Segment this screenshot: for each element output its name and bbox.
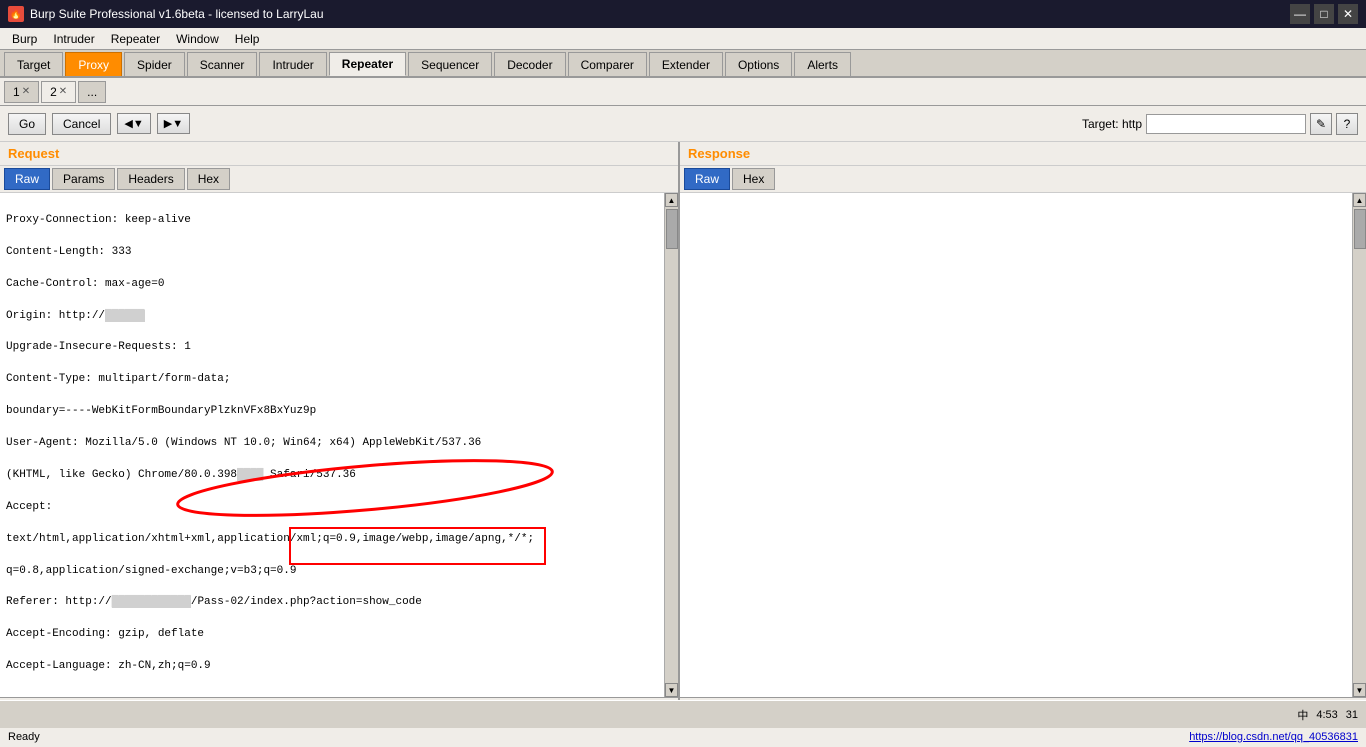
tab-intruder[interactable]: Intruder <box>259 52 326 76</box>
req-line-8: User-Agent: Mozilla/5.0 (Windows NT 10.0… <box>6 436 658 452</box>
req-line-10: Accept: <box>6 500 658 516</box>
sub-tab-1-close[interactable]: ✕ <box>22 86 30 97</box>
taskbar: 中 4:53 31 <box>0 700 1366 728</box>
sub-tab-more-label: ... <box>87 85 97 99</box>
response-scroll-down-button[interactable]: ▼ <box>1353 683 1366 697</box>
menu-bar: Burp Intruder Repeater Window Help <box>0 28 1366 50</box>
response-panel-tabs: Raw Hex <box>680 166 1366 193</box>
taskbar-time: 4:53 <box>1316 709 1337 721</box>
window-title: Burp Suite Professional v1.6beta - licen… <box>30 7 324 21</box>
response-content <box>680 193 1352 697</box>
tab-alerts[interactable]: Alerts <box>794 52 851 76</box>
req-line-12: q=0.8,application/signed-exchange;v=b3;q… <box>6 564 658 580</box>
request-panel: Request Raw Params Headers Hex Proxy-Con… <box>0 142 680 725</box>
req-line-11: text/html,application/xhtml+xml,applicat… <box>6 532 658 548</box>
menu-intruder[interactable]: Intruder <box>45 30 102 48</box>
menu-repeater[interactable]: Repeater <box>103 30 168 48</box>
response-tab-raw[interactable]: Raw <box>684 168 730 190</box>
status-bar: Ready https://blog.csdn.net/qq_40536831 <box>0 725 1366 747</box>
tab-repeater[interactable]: Repeater <box>329 52 406 76</box>
back-button[interactable]: ◀▼ <box>117 113 150 134</box>
sub-tab-1[interactable]: 1 ✕ <box>4 81 39 103</box>
req-line-1: Proxy-Connection: keep-alive <box>6 213 658 229</box>
taskbar-date: 31 <box>1346 709 1358 721</box>
response-body-wrapper: ▲ ▼ <box>680 193 1366 697</box>
tab-scanner[interactable]: Scanner <box>187 52 258 76</box>
request-tab-hex[interactable]: Hex <box>187 168 230 190</box>
close-button[interactable]: ✕ <box>1338 4 1358 24</box>
req-line-15: Accept-Language: zh-CN,zh;q=0.9 <box>6 659 658 675</box>
tab-decoder[interactable]: Decoder <box>494 52 565 76</box>
target-area: Target: http ✎ ? <box>1082 113 1358 135</box>
request-content[interactable]: Proxy-Connection: keep-alive Content-Len… <box>0 193 664 697</box>
go-button[interactable]: Go <box>8 113 46 135</box>
req-line-13: Referer: http://████████████/Pass-02/ind… <box>6 595 658 611</box>
status-ready: Ready <box>8 731 40 743</box>
sub-tab-1-label: 1 <box>13 85 20 99</box>
tab-spider[interactable]: Spider <box>124 52 185 76</box>
maximize-button[interactable]: □ <box>1314 4 1334 24</box>
request-tab-params[interactable]: Params <box>52 168 115 190</box>
scroll-thumb[interactable] <box>666 209 678 249</box>
request-tab-raw[interactable]: Raw <box>4 168 50 190</box>
target-label: Target: http <box>1082 117 1142 131</box>
response-scroll-thumb[interactable] <box>1354 209 1366 249</box>
req-line-blank <box>6 691 658 697</box>
main-tabs: Target Proxy Spider Scanner Intruder Rep… <box>0 50 1366 78</box>
minimize-button[interactable]: — <box>1290 4 1310 24</box>
request-panel-title: Request <box>0 142 678 166</box>
title-bar: 🔥 Burp Suite Professional v1.6beta - lic… <box>0 0 1366 28</box>
main-content: Request Raw Params Headers Hex Proxy-Con… <box>0 142 1366 725</box>
response-panel-title: Response <box>680 142 1366 166</box>
response-panel: Response Raw Hex ▲ ▼ ? ◀ + ▶ 0 matches <box>680 142 1366 725</box>
req-line-6: Content-Type: multipart/form-data; <box>6 372 658 388</box>
target-input[interactable] <box>1146 114 1306 134</box>
target-help-button[interactable]: ? <box>1336 113 1358 135</box>
cancel-button[interactable]: Cancel <box>52 113 111 135</box>
req-line-2: Content-Length: 333 <box>6 245 658 261</box>
sub-tab-2[interactable]: 2 ✕ <box>41 81 76 103</box>
request-body-wrapper: Proxy-Connection: keep-alive Content-Len… <box>0 193 678 697</box>
taskbar-ime: 中 <box>1297 707 1308 723</box>
scroll-down-button[interactable]: ▼ <box>665 683 678 697</box>
app-icon: 🔥 <box>8 6 24 22</box>
tab-comparer[interactable]: Comparer <box>568 52 647 76</box>
req-line-4: Origin: http://██████ <box>6 309 658 325</box>
req-line-14: Accept-Encoding: gzip, deflate <box>6 627 658 643</box>
forward-button[interactable]: ▶▼ <box>157 113 190 134</box>
response-tab-hex[interactable]: Hex <box>732 168 775 190</box>
tab-proxy[interactable]: Proxy <box>65 52 122 76</box>
tab-target[interactable]: Target <box>4 52 63 76</box>
title-bar-left: 🔥 Burp Suite Professional v1.6beta - lic… <box>8 6 324 22</box>
req-line-7: boundary=----WebKitFormBoundaryPlzknVFx8… <box>6 404 658 420</box>
req-line-3: Cache-Control: max-age=0 <box>6 277 658 293</box>
request-tab-headers[interactable]: Headers <box>117 168 184 190</box>
tab-sequencer[interactable]: Sequencer <box>408 52 492 76</box>
request-panel-tabs: Raw Params Headers Hex <box>0 166 678 193</box>
req-line-9: (KHTML, like Gecko) Chrome/80.0.398████ … <box>6 468 658 484</box>
menu-burp[interactable]: Burp <box>4 30 45 48</box>
tab-options[interactable]: Options <box>725 52 792 76</box>
sub-tab-2-label: 2 <box>50 85 57 99</box>
status-url: https://blog.csdn.net/qq_40536831 <box>1189 731 1358 743</box>
menu-help[interactable]: Help <box>227 30 268 48</box>
scroll-up-button[interactable]: ▲ <box>665 193 678 207</box>
response-scroll-up-button[interactable]: ▲ <box>1353 193 1366 207</box>
tab-extender[interactable]: Extender <box>649 52 723 76</box>
menu-window[interactable]: Window <box>168 30 227 48</box>
sub-tab-2-close[interactable]: ✕ <box>59 86 67 97</box>
sub-tab-more[interactable]: ... <box>78 81 106 103</box>
title-bar-controls[interactable]: — □ ✕ <box>1290 4 1358 24</box>
sub-tabs: 1 ✕ 2 ✕ ... <box>0 78 1366 106</box>
toolbar: Go Cancel ◀▼ ▶▼ Target: http ✎ ? <box>0 106 1366 142</box>
request-scrollbar[interactable]: ▲ ▼ <box>664 193 678 697</box>
response-scrollbar[interactable]: ▲ ▼ <box>1352 193 1366 697</box>
target-edit-button[interactable]: ✎ <box>1310 113 1332 135</box>
req-line-5: Upgrade-Insecure-Requests: 1 <box>6 340 658 356</box>
